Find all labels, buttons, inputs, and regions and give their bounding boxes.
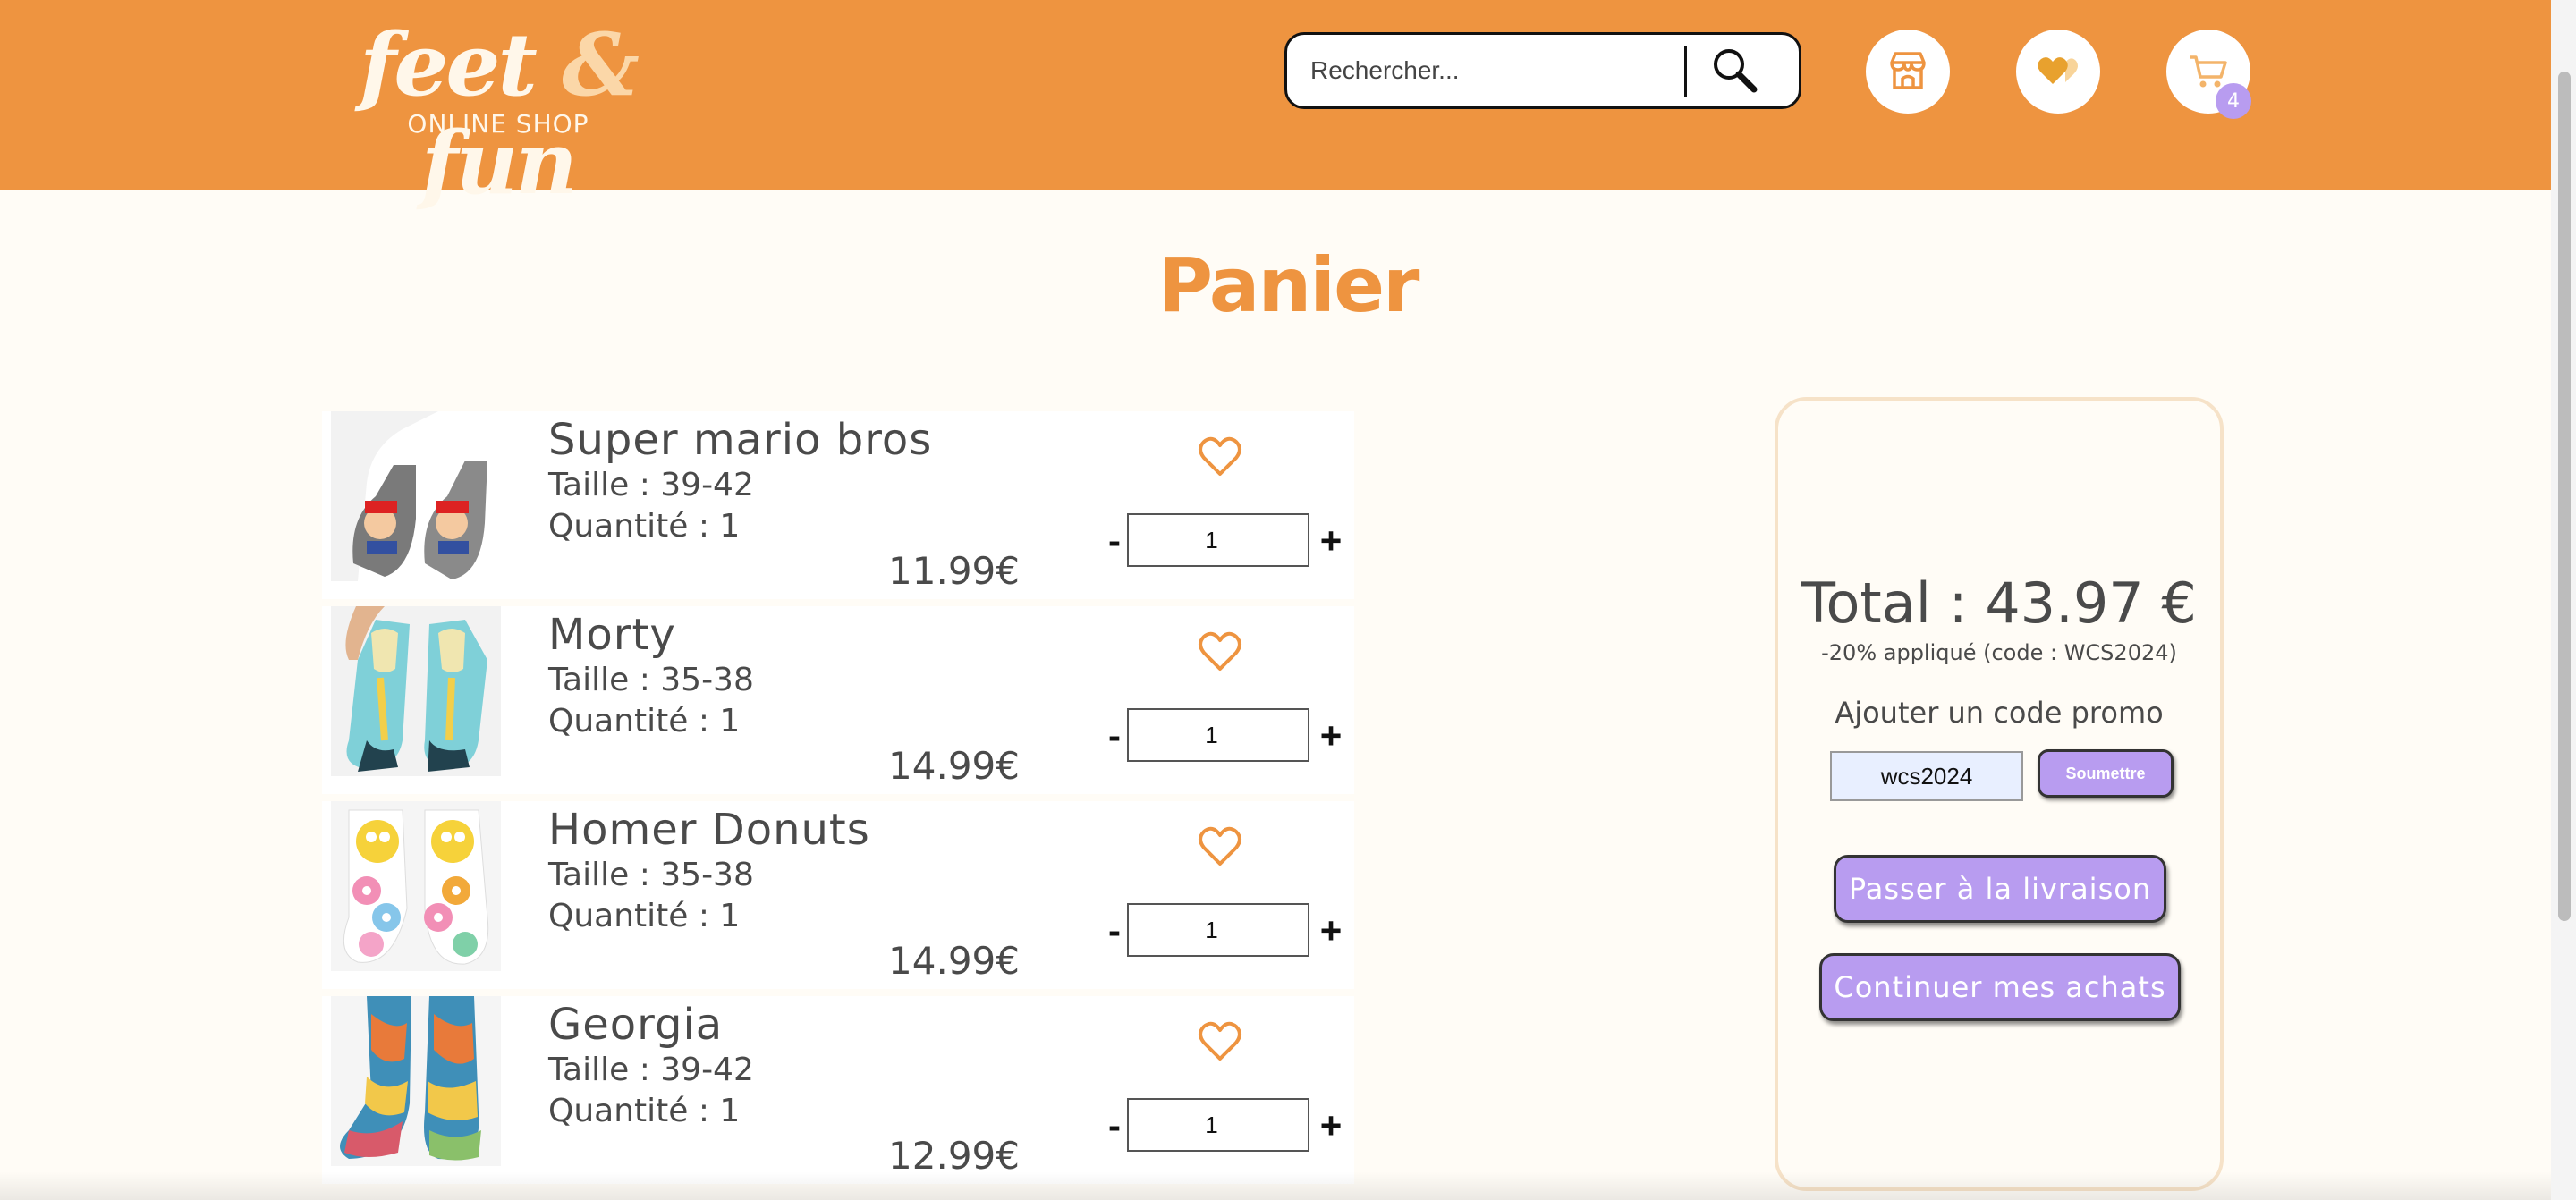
search-bar	[1284, 32, 1801, 109]
cart-item: Morty Taille : 35-38 Quantité : 1 14.99€…	[322, 606, 1354, 794]
search-icon	[1714, 49, 1758, 93]
logo-subtitle: ONLINE SHOP	[407, 109, 589, 139]
item-size: Taille : 39-42	[548, 1052, 754, 1088]
search-button[interactable]	[1707, 44, 1761, 97]
favorite-heart-icon[interactable]	[1197, 824, 1243, 867]
item-size: Taille : 35-38	[548, 662, 754, 698]
product-image	[331, 411, 501, 581]
submit-promo-button[interactable]: Soumettre	[2038, 749, 2174, 798]
cart-button[interactable]: 4	[2166, 30, 2251, 119]
proceed-to-delivery-button[interactable]: Passer à la livraison	[1834, 855, 2166, 923]
favorite-heart-icon[interactable]	[1197, 1019, 1243, 1062]
item-size: Taille : 39-42	[548, 467, 754, 503]
item-quantity-label: Quantité : 1	[548, 508, 741, 545]
site-header: feet & fun ONLINE SHOP Rechercher... 4	[0, 0, 2576, 213]
shop-icon	[1890, 52, 1926, 89]
product-image	[331, 996, 501, 1166]
item-name[interactable]: Super mario bros	[548, 415, 932, 465]
decrease-quantity-button[interactable]: -	[1098, 1103, 1131, 1148]
scrollbar-thumb[interactable]	[2558, 72, 2571, 921]
item-name[interactable]: Georgia	[548, 1000, 723, 1050]
page-title: Panier	[1157, 241, 1420, 329]
continue-shopping-button[interactable]: Continuer mes achats	[1819, 953, 2181, 1021]
quantity-input[interactable]	[1127, 513, 1309, 567]
quantity-input[interactable]	[1127, 1098, 1309, 1152]
item-size: Taille : 35-38	[548, 857, 754, 893]
item-price: 11.99€	[888, 549, 1020, 593]
item-price: 14.99€	[888, 744, 1020, 788]
cart-item: Georgia Taille : 39-42 Quantité : 1 12.9…	[322, 996, 1354, 1184]
product-image	[331, 606, 501, 776]
favorite-heart-icon[interactable]	[1197, 630, 1243, 672]
discount-note: -20% appliqué (code : WCS2024)	[1821, 640, 2177, 665]
item-quantity-label: Quantité : 1	[548, 1093, 741, 1129]
decrease-quantity-button[interactable]: -	[1098, 908, 1131, 953]
cart-count-badge: 4	[2216, 83, 2251, 119]
favorite-heart-icon[interactable]	[1197, 435, 1243, 477]
quantity-input[interactable]	[1127, 708, 1309, 762]
product-image	[331, 801, 501, 971]
wishlist-button[interactable]	[2016, 30, 2100, 114]
item-quantity-label: Quantité : 1	[548, 703, 741, 739]
increase-quantity-button[interactable]: +	[1315, 714, 1347, 758]
search-input[interactable]	[1310, 51, 1704, 90]
heart-icon	[2038, 57, 2078, 84]
cart-item: Homer Donuts Taille : 35-38 Quantité : 1…	[322, 801, 1354, 989]
promo-code-label: Ajouter un code promo	[1835, 696, 2164, 730]
increase-quantity-button[interactable]: +	[1315, 519, 1347, 563]
item-quantity-label: Quantité : 1	[548, 898, 741, 934]
increase-quantity-button[interactable]: +	[1315, 1103, 1347, 1148]
bottom-shadow	[0, 1171, 2551, 1200]
cart-item: Super mario bros Taille : 39-42 Quantité…	[322, 411, 1354, 599]
item-name[interactable]: Homer Donuts	[548, 805, 870, 855]
item-name[interactable]: Morty	[548, 610, 676, 660]
cart-total: Total : 43.97 €	[1801, 570, 2197, 636]
increase-quantity-button[interactable]: +	[1315, 908, 1347, 953]
promo-code-input[interactable]	[1830, 751, 2023, 801]
quantity-input[interactable]	[1127, 903, 1309, 957]
order-summary: Total : 43.97 € -20% appliqué (code : WC…	[1775, 397, 2224, 1191]
decrease-quantity-button[interactable]: -	[1098, 714, 1131, 758]
decrease-quantity-button[interactable]: -	[1098, 519, 1131, 563]
shop-button[interactable]	[1866, 30, 1950, 114]
item-price: 14.99€	[888, 939, 1020, 983]
search-separator	[1684, 46, 1687, 97]
site-logo[interactable]: feet & fun ONLINE SHOP	[279, 16, 717, 213]
